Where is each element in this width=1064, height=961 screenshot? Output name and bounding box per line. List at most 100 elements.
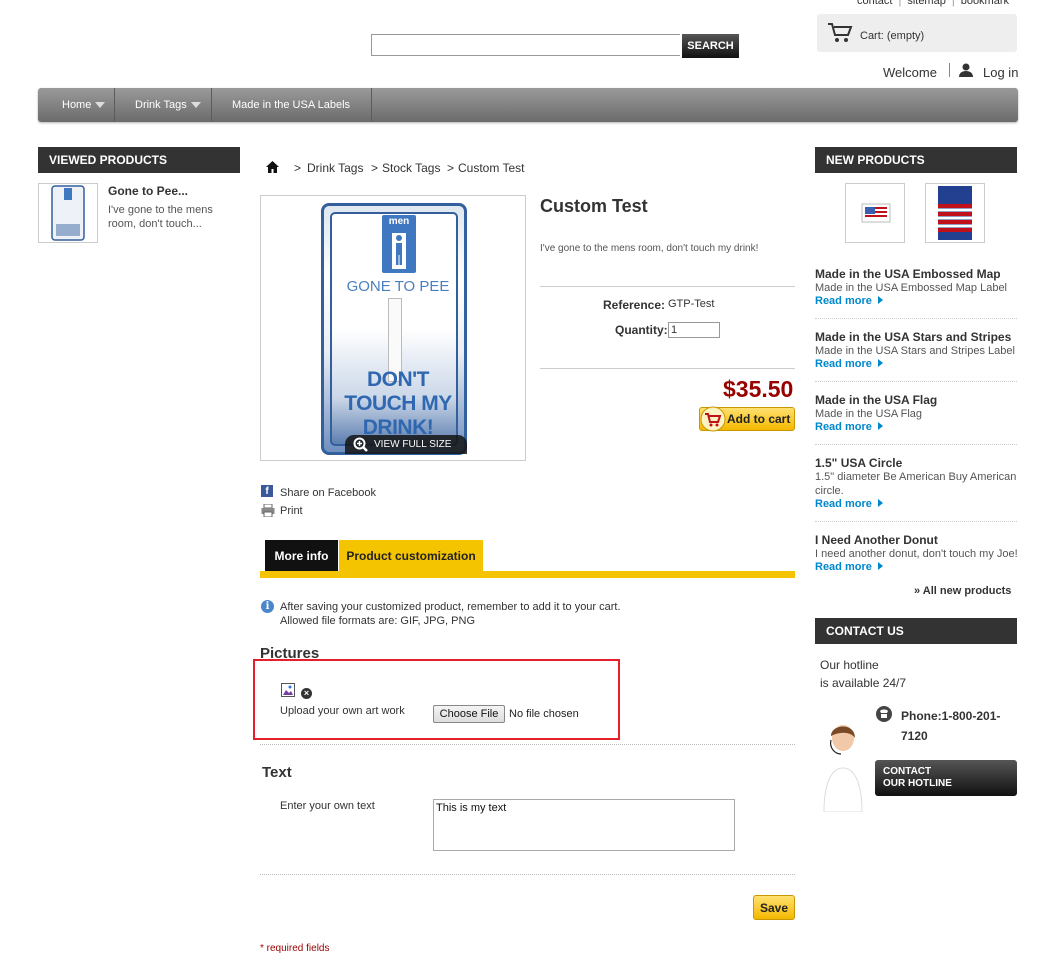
cart-label: Cart: (empty) bbox=[860, 30, 925, 42]
text-field-label: Enter your own text bbox=[280, 800, 375, 812]
search-input[interactable] bbox=[371, 34, 680, 56]
read-more-label: Read more bbox=[815, 498, 872, 510]
print-link[interactable]: Print bbox=[280, 505, 303, 517]
support-agent-image bbox=[823, 725, 863, 812]
product-image[interactable]: men GONE TO PEE DON'T TOUCH MY DRINK! VI… bbox=[260, 195, 526, 461]
drink-tag-image: men GONE TO PEE DON'T TOUCH MY DRINK! bbox=[321, 203, 467, 455]
viewed-product-name[interactable]: Gone to Pee... bbox=[108, 184, 188, 198]
nav-item-home[interactable]: Home bbox=[38, 88, 115, 122]
phone-icon bbox=[876, 706, 892, 722]
upload-label: Upload your own art work bbox=[280, 705, 405, 717]
tag-line1: GONE TO PEE bbox=[346, 278, 450, 295]
breadcrumb-current: Custom Test bbox=[458, 161, 525, 175]
facebook-icon[interactable]: f bbox=[261, 485, 273, 497]
hotline-text: Our hotline is available 24/7 bbox=[820, 656, 906, 692]
contact-link[interactable]: contact bbox=[857, 0, 892, 7]
viewed-product-desc: I've gone to the mens room, don't touch.… bbox=[108, 204, 213, 230]
arrow-right-icon bbox=[877, 359, 883, 367]
all-new-products-link[interactable]: » All new products bbox=[914, 585, 1011, 597]
reference-value: GTP-Test bbox=[668, 298, 715, 310]
highlight-box bbox=[253, 659, 620, 740]
read-more-link[interactable]: Read more bbox=[815, 358, 883, 370]
contact-hotline-button[interactable]: CONTACT OUR HOTLINE bbox=[875, 760, 1017, 796]
printer-icon[interactable] bbox=[261, 504, 275, 517]
sitemap-link[interactable]: sitemap bbox=[907, 0, 946, 7]
read-more-link[interactable]: Read more bbox=[815, 421, 883, 433]
new-product-desc: Made in the USA Flag bbox=[815, 408, 923, 420]
view-full-size-label: VIEW FULL SIZE bbox=[374, 439, 452, 450]
home-icon[interactable] bbox=[266, 161, 279, 173]
caret-down-icon bbox=[190, 102, 201, 108]
info-line: After saving your customized product, re… bbox=[280, 601, 621, 613]
cart-icon bbox=[828, 23, 853, 42]
product-title: Custom Test bbox=[540, 196, 648, 216]
breadcrumb-drink-tags[interactable]: Drink Tags bbox=[307, 161, 363, 175]
new-product-name[interactable]: Made in the USA Stars and Stripes bbox=[815, 330, 1011, 344]
divider bbox=[815, 318, 1017, 319]
product-thumb-image bbox=[51, 185, 85, 241]
read-more-link[interactable]: Read more bbox=[815, 498, 883, 510]
viewed-product-thumbnail[interactable] bbox=[38, 183, 98, 243]
view-full-size-button[interactable]: VIEW FULL SIZE bbox=[345, 435, 467, 454]
nav-label: Home bbox=[62, 99, 92, 111]
arrow-right-icon bbox=[877, 499, 883, 507]
new-product-thumbnail[interactable] bbox=[925, 183, 985, 243]
divider bbox=[949, 63, 950, 77]
product-short-desc: I've gone to the mens room, don't touch … bbox=[540, 243, 759, 254]
men-badge-label: men bbox=[388, 216, 410, 227]
customization-info: After saving your customized product, re… bbox=[280, 600, 621, 628]
contact-button-line: OUR HOTLINE bbox=[883, 778, 952, 789]
divider bbox=[260, 874, 795, 875]
share-facebook-link[interactable]: Share on Facebook bbox=[280, 487, 376, 499]
read-more-link[interactable]: Read more bbox=[815, 295, 883, 307]
breadcrumb-sep: > bbox=[294, 161, 302, 175]
user-icon bbox=[959, 63, 973, 77]
image-icon bbox=[283, 685, 293, 695]
new-product-name[interactable]: Made in the USA Embossed Map bbox=[815, 267, 1001, 281]
bookmark-link[interactable]: bookmark bbox=[961, 0, 1009, 7]
read-more-link[interactable]: Read more bbox=[815, 561, 883, 573]
contact-us-title: CONTACT US bbox=[815, 618, 1017, 644]
divider bbox=[540, 368, 795, 369]
cart-icon bbox=[700, 406, 726, 432]
add-to-cart-button[interactable]: Add to cart bbox=[699, 406, 795, 432]
info-icon: i bbox=[261, 600, 274, 613]
nav-item-drink-tags[interactable]: Drink Tags bbox=[115, 88, 212, 122]
reference-label: Reference: bbox=[603, 298, 666, 312]
cart-block[interactable]: Cart: (empty) bbox=[817, 14, 1017, 52]
read-more-label: Read more bbox=[815, 358, 872, 370]
new-product-desc: 1.5" diameter Be American Buy American c… bbox=[815, 471, 1017, 497]
divider bbox=[540, 286, 795, 287]
phone-number: Phone:1-800-201-7120 bbox=[901, 709, 1001, 743]
men-badge: men bbox=[382, 215, 416, 273]
new-product-name[interactable]: 1.5" USA Circle bbox=[815, 456, 902, 470]
text-heading: Text bbox=[262, 764, 292, 781]
new-products-title: NEW PRODUCTS bbox=[815, 147, 1017, 173]
save-button[interactable]: Save bbox=[753, 895, 795, 920]
arrow-right-icon bbox=[877, 562, 883, 570]
login-link[interactable]: Log in bbox=[983, 65, 1018, 80]
breadcrumb-sep: > bbox=[371, 161, 379, 175]
hotline-line: is available 24/7 bbox=[820, 676, 907, 690]
tab-product-customization[interactable]: Product customization bbox=[339, 540, 483, 571]
new-product-name[interactable]: Made in the USA Flag bbox=[815, 393, 937, 407]
divider bbox=[815, 444, 1017, 445]
quantity-input[interactable]: 1 bbox=[668, 322, 720, 338]
tag-line2: DON'T TOUCH MY DRINK! bbox=[344, 368, 452, 439]
breadcrumb-stock-tags[interactable]: Stock Tags bbox=[382, 161, 440, 175]
custom-text-area[interactable]: This is my text bbox=[433, 799, 735, 851]
product-thumb-image bbox=[938, 186, 972, 240]
tab-more-info[interactable]: More info bbox=[265, 540, 338, 571]
new-product-thumbnail[interactable] bbox=[845, 183, 905, 243]
choose-file-button[interactable]: Choose File bbox=[433, 705, 505, 723]
required-fields-note: * required fields bbox=[260, 943, 330, 954]
new-product-name[interactable]: I Need Another Donut bbox=[815, 533, 938, 547]
divider bbox=[260, 744, 795, 745]
new-product-desc: I need another donut, don't touch my Joe… bbox=[815, 548, 1018, 560]
search-button[interactable]: SEARCH bbox=[682, 34, 739, 58]
caret-down-icon bbox=[95, 102, 106, 108]
delete-icon[interactable]: × bbox=[301, 688, 312, 699]
nav-item-made-in-usa[interactable]: Made in the USA Labels bbox=[212, 88, 372, 122]
quantity-label: Quantity: bbox=[615, 323, 668, 337]
divider bbox=[815, 381, 1017, 382]
